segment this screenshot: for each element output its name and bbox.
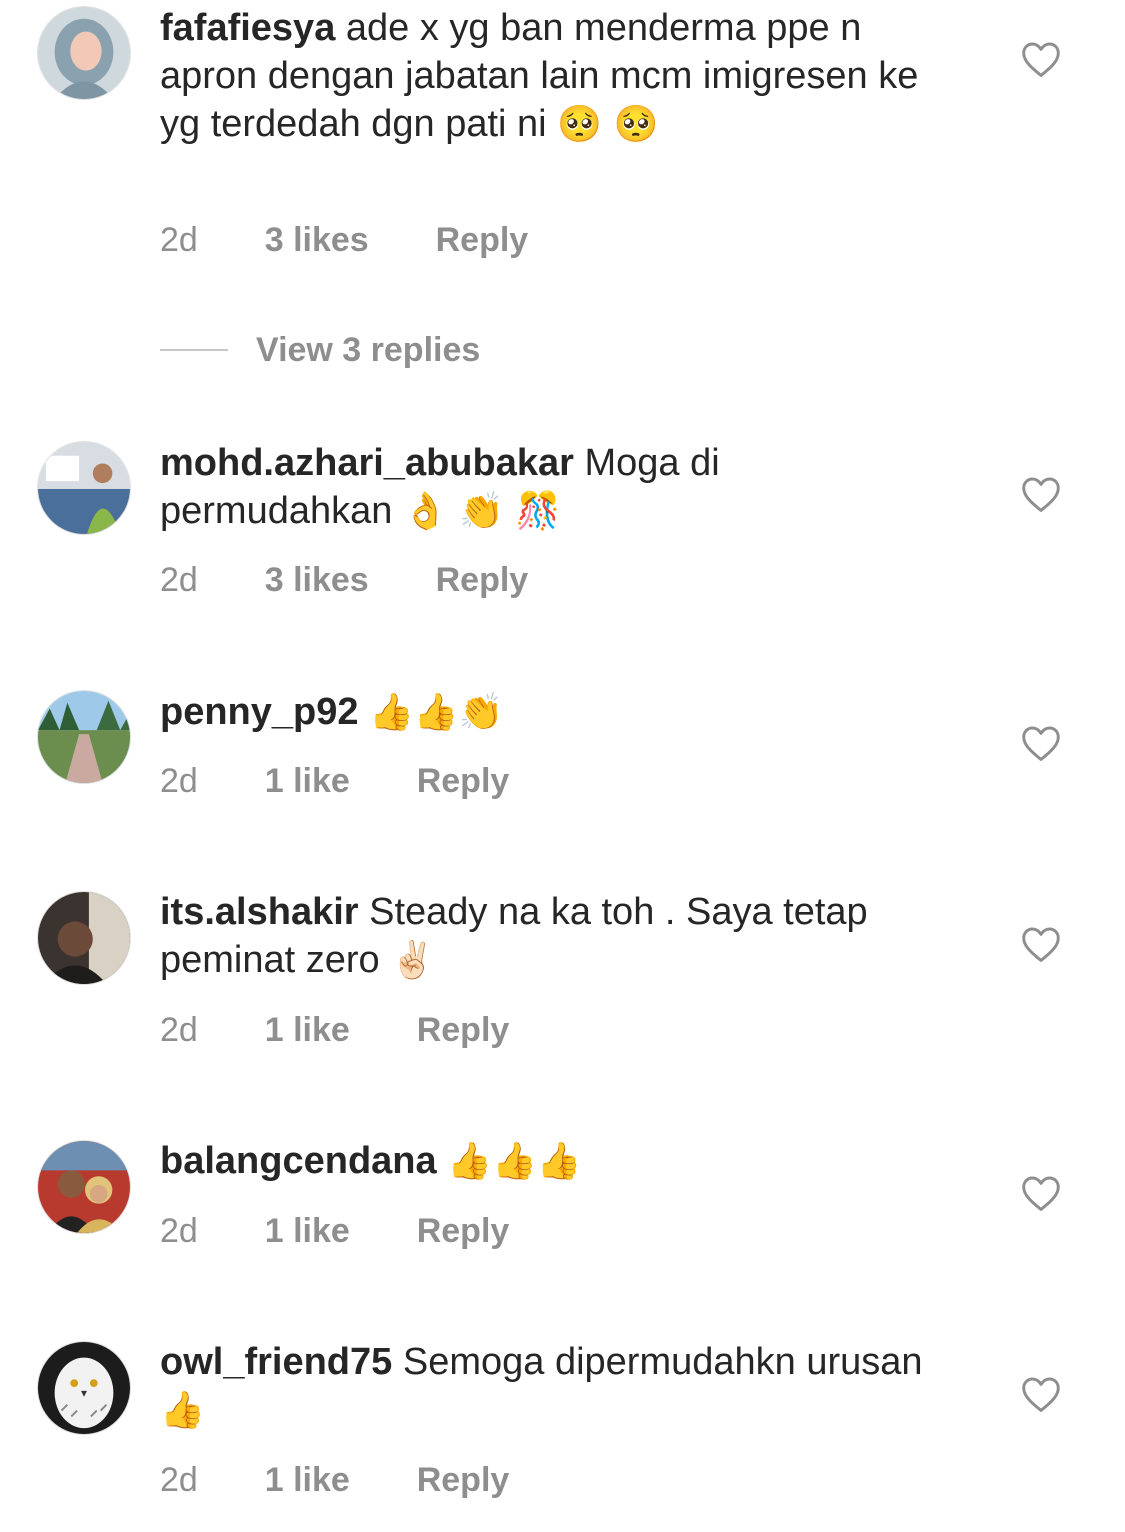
comment-emoji: 👍👍👍 (447, 1141, 582, 1182)
avatar[interactable] (37, 6, 131, 100)
reply-button[interactable]: Reply (436, 220, 529, 260)
view-replies-label: View 3 replies (256, 330, 481, 369)
comment-time: 2d (160, 221, 198, 259)
comment-meta: 2d 1 like Reply (160, 1010, 509, 1050)
comment-body: balangcendana 👍👍👍 (160, 1137, 960, 1186)
reply-button[interactable]: Reply (417, 1010, 510, 1050)
comment-username[interactable]: owl_friend75 (160, 1341, 392, 1383)
likes-count-link[interactable]: 1 like (265, 1211, 350, 1251)
comment-time: 2d (160, 762, 198, 800)
comment-body: its.alshakir Steady na ka toh . Saya tet… (160, 888, 960, 985)
comment-emoji: ✌🏻 (390, 940, 436, 981)
heart-icon[interactable] (1020, 1375, 1062, 1413)
heart-icon[interactable] (1020, 475, 1062, 513)
reply-button[interactable]: Reply (417, 1460, 510, 1500)
comment-emoji: 👌 👏 🎊 (402, 491, 561, 532)
comment-body: owl_friend75 Semoga dipermudahkn urusan … (160, 1338, 960, 1435)
comment-body: mohd.azhari_abubakar Moga di permudahkan… (160, 439, 960, 536)
comment-meta: 2d 3 likes Reply (160, 220, 528, 260)
comment-username[interactable]: its.alshakir (160, 891, 359, 933)
avatar[interactable] (37, 690, 131, 784)
reply-button[interactable]: Reply (436, 560, 529, 600)
avatar[interactable] (37, 441, 131, 535)
avatar[interactable] (37, 891, 131, 985)
comment-time: 2d (160, 561, 198, 599)
comment-username[interactable]: fafafiesya (160, 7, 335, 49)
likes-count-link[interactable]: 3 likes (265, 560, 369, 600)
likes-count-link[interactable]: 1 like (265, 1010, 350, 1050)
comment-meta: 2d 1 like Reply (160, 1460, 509, 1500)
comment-emoji: 🥺 🥺 (557, 104, 659, 145)
comment-emoji: 👍👍👏 (369, 692, 504, 733)
comment-time: 2d (160, 1212, 198, 1250)
comment-meta: 2d 1 like Reply (160, 761, 509, 801)
comment-username[interactable]: penny_p92 (160, 691, 359, 733)
view-replies-button[interactable]: View 3 replies (160, 328, 480, 372)
replies-divider (160, 349, 228, 351)
comment-username[interactable]: mohd.azhari_abubakar (160, 442, 574, 484)
heart-icon[interactable] (1020, 1174, 1062, 1212)
comment-body: fafafiesya ade x yg ban menderma ppe n a… (160, 4, 960, 149)
likes-count-link[interactable]: 3 likes (265, 220, 369, 260)
comment-meta: 2d 3 likes Reply (160, 560, 528, 600)
comment-time: 2d (160, 1011, 198, 1049)
comment-body: penny_p92 👍👍👏 (160, 688, 960, 737)
heart-icon[interactable] (1020, 724, 1062, 762)
comment-meta: 2d 1 like Reply (160, 1211, 509, 1251)
reply-button[interactable]: Reply (417, 1211, 510, 1251)
heart-icon[interactable] (1020, 925, 1062, 963)
comment-emoji: 👍 (160, 1390, 205, 1431)
avatar[interactable] (37, 1140, 131, 1234)
comment-time: 2d (160, 1461, 198, 1499)
comment-username[interactable]: balangcendana (160, 1140, 437, 1182)
avatar[interactable] (37, 1341, 131, 1435)
heart-icon[interactable] (1020, 40, 1062, 78)
likes-count-link[interactable]: 1 like (265, 761, 350, 801)
reply-button[interactable]: Reply (417, 761, 510, 801)
likes-count-link[interactable]: 1 like (265, 1460, 350, 1500)
comment-text: Semoga dipermudahkn urusan (402, 1341, 923, 1383)
